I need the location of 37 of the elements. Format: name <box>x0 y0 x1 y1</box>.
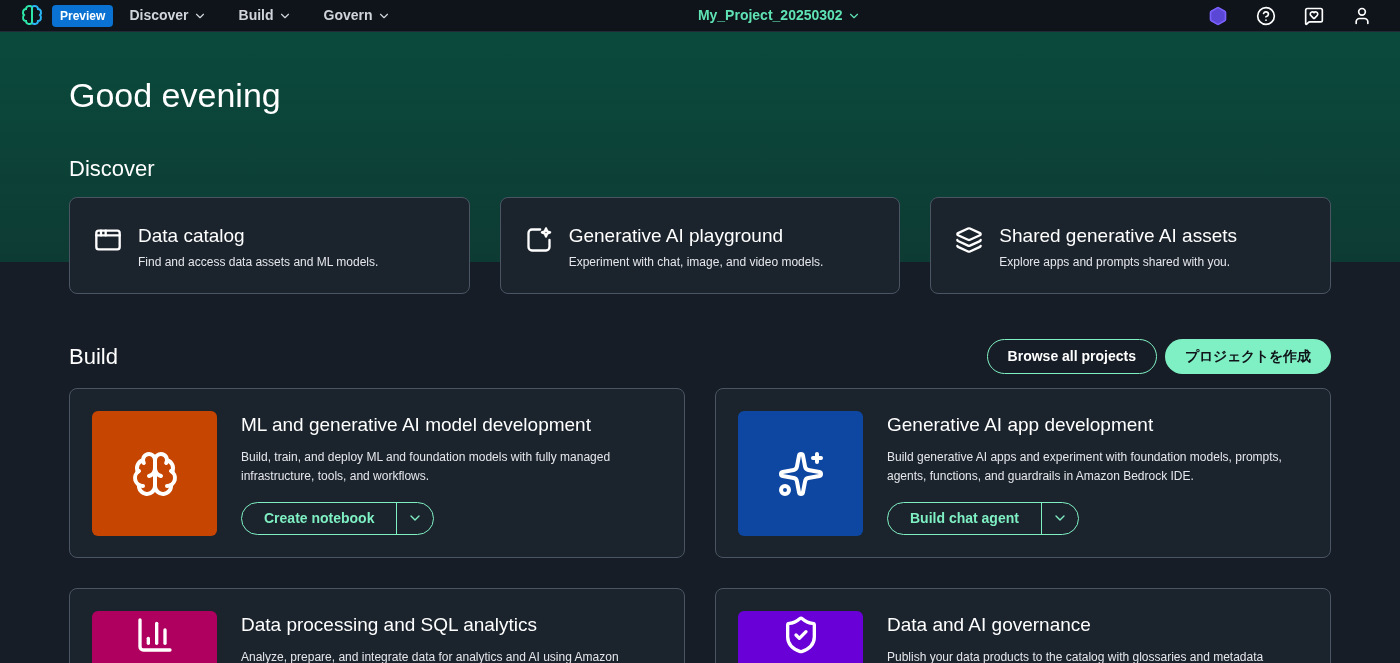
card-description: Analyze, prepare, and integrate data for analytics and AI using Amazon <box>241 648 619 663</box>
project-selector[interactable]: My_Project_20250302 <box>697 5 861 26</box>
discover-card[interactable]: Shared generative AI assets Explore apps and prompts shared with you. <box>930 197 1331 294</box>
action-button[interactable]: Build chat agent <box>888 502 1042 534</box>
nav-menu[interactable]: Govern <box>323 5 391 26</box>
help-icon[interactable] <box>1256 5 1276 26</box>
discover-card[interactable]: Data catalog Find and access data assets and ML models. <box>69 197 470 294</box>
nav-menu[interactable]: Build <box>238 5 292 26</box>
card-description: Explore apps and prompts shared with you. <box>999 254 1232 271</box>
section-heading: Discover <box>69 154 156 182</box>
greeting: Good evening <box>69 75 282 116</box>
card-title: Generative AI app development <box>887 413 1155 437</box>
card-description: Build, train, and deploy ML and foundation models with fully managed infrastructure, tools, and workflows. <box>241 448 612 485</box>
card-title: Data catalog <box>138 226 246 245</box>
card-description: Publish your data products to the catalog with glossaries and metadata <box>887 648 1264 663</box>
card-title: Generative AI playground <box>568 226 785 245</box>
feedback-icon[interactable] <box>1304 5 1324 26</box>
section-heading: Build <box>69 343 119 371</box>
layers-icon <box>955 226 984 254</box>
create-project-button[interactable]: プロジェクトを作成 <box>1165 339 1331 374</box>
card-description: Experiment with chat, image, and video models. <box>568 254 824 271</box>
action-button[interactable]: Create notebook <box>242 502 398 534</box>
card-title: Data processing and SQL analytics <box>241 613 539 637</box>
card-description: Build generative AI apps and experiment with foundation models, prompts, agents, functions, and guardrails in Amazon Bedrock IDE. <box>887 448 1283 485</box>
hexagon-icon[interactable] <box>1208 5 1228 26</box>
sparkle-square-icon <box>524 226 553 254</box>
card-title: Shared generative AI assets <box>999 226 1237 245</box>
user-icon[interactable] <box>1352 5 1372 26</box>
discover-card[interactable]: Generative AI playground Experiment with chat, image, and video models. <box>499 197 901 294</box>
card-title: ML and generative AI model development <box>241 413 592 437</box>
brain-logo-icon[interactable] <box>20 3 44 28</box>
preview-badge: Preview <box>52 4 114 27</box>
brain-icon <box>130 449 179 498</box>
card-description: Find and access data assets and ML models. <box>138 254 379 271</box>
card-title: Data and AI governance <box>887 613 1092 637</box>
sparkles-icon <box>776 449 825 498</box>
nav-menu[interactable]: Discover <box>129 5 207 26</box>
